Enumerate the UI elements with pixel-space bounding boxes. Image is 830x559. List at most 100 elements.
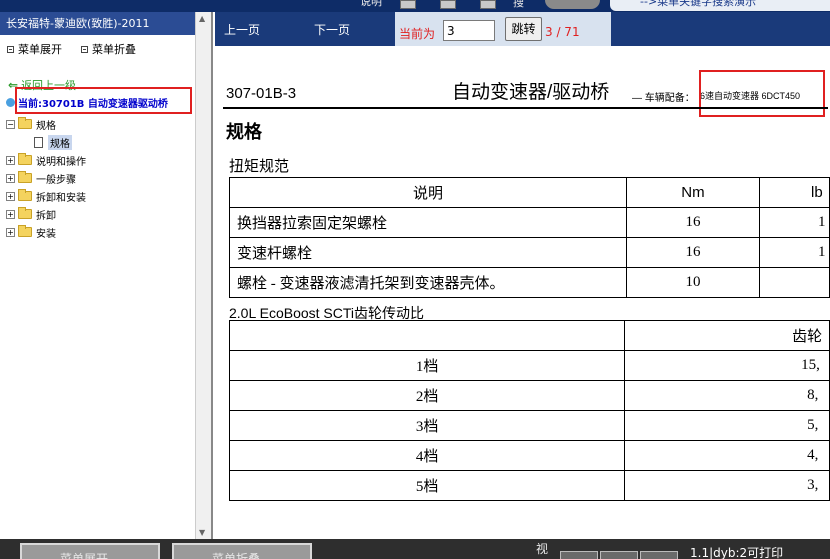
- bottom-expand-button[interactable]: 菜单展开: [20, 543, 160, 559]
- table-row: 换挡器拉索固定架螺栓 16 1: [229, 207, 830, 238]
- car-logo-icon: [545, 0, 600, 9]
- table-cell: 5档: [228, 470, 626, 501]
- prev-page-link[interactable]: 上一页: [224, 21, 260, 38]
- table-cell: 1档: [228, 350, 626, 381]
- bottom-tool-button[interactable]: [640, 551, 678, 559]
- table-cell: [759, 267, 830, 298]
- folder-icon: [18, 153, 32, 165]
- table-cell: 4,: [624, 440, 830, 471]
- document-title: 自动变速器/驱动桥: [452, 82, 610, 103]
- table-cell: 1: [759, 237, 830, 268]
- table-cell: 16: [625, 237, 761, 268]
- table-cell: 10: [625, 267, 761, 298]
- menu-collapse-button[interactable]: 菜单折叠: [81, 41, 136, 57]
- table-cell: 5,: [624, 410, 830, 441]
- collapse-icon: [81, 45, 88, 53]
- title-rule: [223, 107, 828, 109]
- top-search-label: 搜: [513, 0, 524, 9]
- expand-node-icon[interactable]: +: [6, 227, 15, 237]
- expand-icon: [7, 45, 14, 53]
- table-row: 1档 15,: [228, 350, 830, 381]
- folder-open-icon: [18, 117, 32, 129]
- document-icon: [34, 136, 43, 148]
- view-label: 视: [536, 542, 549, 556]
- table-cell: 螺栓 - 变速器液滤清托架到变速器壳体。: [229, 267, 627, 298]
- page-number-input[interactable]: [443, 20, 495, 41]
- tree-node-general[interactable]: + 一般步骤: [6, 169, 206, 187]
- document-code: 307-01B-3: [226, 85, 297, 102]
- expand-node-icon[interactable]: +: [6, 191, 15, 201]
- table-cell: 1: [759, 207, 830, 238]
- search-demo-link[interactable]: -->菜单关键字搜索演示: [610, 0, 830, 11]
- tree-node-removal-install[interactable]: + 拆卸和安装: [6, 187, 206, 205]
- print-status-text: 1.1|dyb:2可打印: [690, 546, 784, 559]
- bottom-tool-button[interactable]: [600, 551, 638, 559]
- table-row: 5档 3,: [228, 470, 830, 501]
- table-cell: 变速杆螺栓: [229, 237, 627, 268]
- tree-node-install[interactable]: + 安装: [6, 223, 206, 241]
- table-header-empty: [228, 320, 626, 351]
- vehicle-title: 长安福特-蒙迪欧(致胜)-2011: [0, 12, 211, 35]
- tree-node-specs-page[interactable]: 规格: [6, 133, 206, 151]
- left-nav-panel: 长安福特-蒙迪欧(致胜)-2011 菜单展开 菜单折叠 ⇐ 返回上一级 当前:3…: [0, 12, 213, 539]
- table-cell: 15,: [624, 350, 830, 381]
- gear-ratio-table: 齿轮 1档 15, 2档 8, 3档 5, 4档 4, 5档 3,: [228, 320, 830, 501]
- tree-node-specs[interactable]: − 规格: [6, 115, 206, 133]
- highlight-box-current: [15, 87, 192, 114]
- expand-node-icon[interactable]: +: [6, 155, 15, 165]
- torque-table: 说明 Nm lb 换挡器拉索固定架螺栓 16 1 变速杆螺栓 16 1 螺栓 -…: [229, 177, 830, 298]
- table-cell: 4档: [228, 440, 626, 471]
- top-toolbar-strip: 说明 搜 -->菜单关键字搜索演示: [0, 0, 830, 12]
- top-partial-label: 说明: [360, 0, 382, 8]
- expand-node-icon[interactable]: +: [6, 209, 15, 219]
- collapse-node-icon[interactable]: −: [6, 119, 15, 129]
- content-panel: 上一页 下一页 当前为 跳转 3 / 71 307-01B-3 自动变速器/驱动…: [215, 12, 830, 539]
- page-tool-icon[interactable]: [480, 0, 496, 9]
- jump-button[interactable]: 跳转: [505, 17, 542, 41]
- table-cell: 3,: [624, 470, 830, 501]
- current-page-label: 当前为: [399, 27, 436, 41]
- table-row: 变速杆螺栓 16 1: [229, 237, 830, 268]
- table-cell: 16: [625, 207, 761, 238]
- torque-heading: 扭矩规范: [229, 158, 290, 175]
- table-cell: 8,: [624, 380, 830, 411]
- document-page: 307-01B-3 自动变速器/驱动桥 — 车辆配备： 6速自动变速器 6DCT…: [215, 46, 830, 539]
- table-row: 4档 4,: [228, 440, 830, 471]
- tree-node-description[interactable]: + 说明和操作: [6, 151, 206, 169]
- tree-node-selected-label: 规格: [48, 134, 72, 150]
- table-cell: 3档: [228, 410, 626, 441]
- expand-node-icon[interactable]: +: [6, 173, 15, 183]
- left-scrollbar[interactable]: ▲ ▼: [195, 12, 211, 539]
- table-cell: 换挡器拉索固定架螺栓: [229, 207, 627, 238]
- folder-icon: [18, 225, 32, 237]
- page-jump-form: 当前为 跳转 3 / 71: [395, 12, 611, 46]
- nav-back-icon[interactable]: [400, 0, 416, 9]
- folder-icon: [18, 171, 32, 183]
- scroll-up-icon[interactable]: ▲: [199, 14, 205, 23]
- table-header: lb: [759, 177, 830, 208]
- page-toolbar: 上一页 下一页 当前为 跳转 3 / 71: [215, 12, 830, 46]
- menu-expand-button[interactable]: 菜单展开: [7, 41, 62, 57]
- scroll-down-icon[interactable]: ▼: [199, 528, 205, 537]
- highlight-box-spec: [699, 70, 825, 117]
- table-row: 2档 8,: [228, 380, 830, 411]
- folder-icon: [18, 189, 32, 201]
- page-count: 3 / 71: [545, 25, 580, 39]
- next-page-link[interactable]: 下一页: [314, 21, 350, 38]
- table-row: 3档 5,: [228, 410, 830, 441]
- tree-node-removal[interactable]: + 拆卸: [6, 205, 206, 223]
- app-window: 说明 搜 -->菜单关键字搜索演示 长安福特-蒙迪欧(致胜)-2011 菜单展开…: [0, 0, 830, 559]
- document-subtitle: — 车辆配备：: [632, 93, 695, 104]
- table-row: 螺栓 - 变速器液滤清托架到变速器壳体。 10: [229, 267, 830, 298]
- folder-icon: [18, 207, 32, 219]
- table-header: 齿轮: [624, 320, 830, 351]
- nav-tree: − 规格 规格 + 说明和操作 + 一般步骤 + 拆卸和安装 + 拆卸 + 安装: [6, 115, 206, 241]
- location-icon: [6, 98, 15, 107]
- bottom-tool-button[interactable]: [560, 551, 598, 559]
- bottom-collapse-button[interactable]: 菜单折叠: [172, 543, 312, 559]
- cursor-tool-icon[interactable]: [440, 0, 456, 9]
- bottom-bar: 菜单展开 菜单折叠 视 1.1|dyb:2可打印: [0, 539, 830, 559]
- table-header-row: 说明 Nm lb: [229, 177, 830, 208]
- table-header: 说明: [229, 177, 627, 208]
- table-cell: 2档: [228, 380, 626, 411]
